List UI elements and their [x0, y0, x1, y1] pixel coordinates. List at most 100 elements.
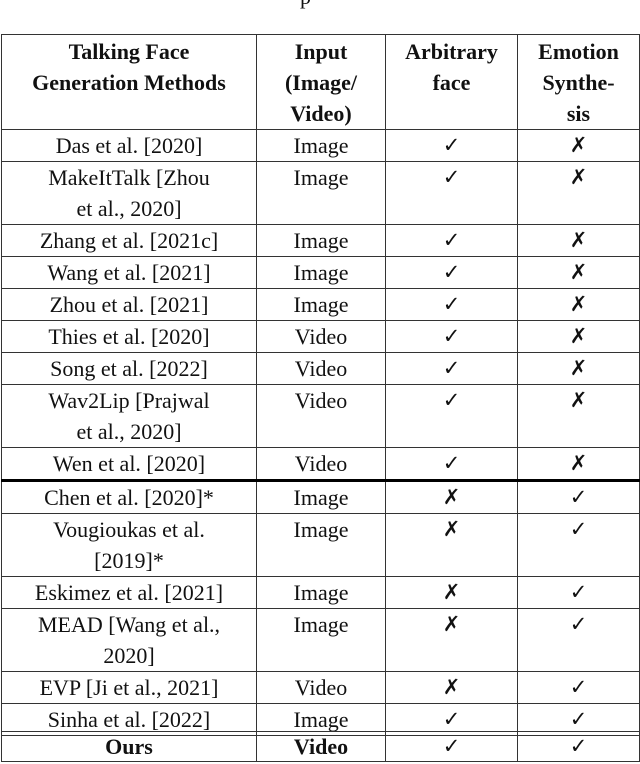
header-emotion-line: Emotion — [538, 39, 619, 64]
header-input-line: Video) — [290, 101, 352, 126]
cross-icon: ✗ — [517, 224, 640, 257]
check-icon: ✓ — [385, 731, 518, 762]
header-arbitrary-line: Arbitrary — [405, 39, 498, 64]
cross-icon: ✗ — [517, 129, 640, 162]
input-cell: Video — [256, 320, 386, 353]
check-icon: ✓ — [385, 352, 518, 385]
header-methods-line: Talking Face — [68, 39, 190, 64]
input-cell: Image — [256, 479, 386, 514]
method-cell: Zhang et al. [2021c] — [1, 224, 257, 257]
method-cell: Zhou et al. [2021] — [1, 288, 257, 321]
table-row: MEAD [Wang et al., 2020] Image ✗ ✓ — [1, 608, 640, 672]
table-row: Wen et al. [2020] Video ✓ ✗ — [1, 447, 640, 481]
cross-icon: ✗ — [517, 447, 640, 481]
cross-icon: ✗ — [517, 352, 640, 385]
cross-icon: ✗ — [517, 256, 640, 289]
header-input-line: (Image/ — [284, 70, 358, 95]
method-cell: Wang et al. [2021] — [1, 256, 257, 289]
header-row: Talking Face Generation Methods Input (I… — [1, 34, 640, 130]
method-cell: Chen et al. [2020]* — [1, 479, 257, 514]
header-emotion-synthesis: Emotion Synthe- sis — [517, 34, 640, 130]
check-icon: ✓ — [385, 161, 518, 225]
cross-icon: ✗ — [385, 479, 518, 514]
check-icon: ✓ — [517, 731, 640, 762]
table-row: Song et al. [2022] Video ✓ ✗ — [1, 352, 640, 385]
method-line: MEAD [Wang et al., — [37, 612, 221, 637]
header-emotion-line: Synthe- — [542, 70, 615, 95]
check-icon: ✓ — [517, 576, 640, 609]
table-row: Zhang et al. [2021c] Image ✓ ✗ — [1, 224, 640, 257]
table-row: Wav2Lip [Prajwal et al., 2020] Video ✓ ✗ — [1, 384, 640, 448]
table-row: Thies et al. [2020] Video ✓ ✗ — [1, 320, 640, 353]
table-row: MakeItTalk [Zhou et al., 2020] Image ✓ ✗ — [1, 161, 640, 225]
input-cell: Image — [256, 129, 386, 162]
check-icon: ✓ — [385, 256, 518, 289]
header-arbitrary-line: face — [432, 70, 471, 95]
method-cell: Eskimez et al. [2021] — [1, 576, 257, 609]
check-icon: ✓ — [517, 671, 640, 704]
input-cell: Image — [256, 161, 386, 225]
table-row: EVP [Ji et al., 2021] Video ✗ ✓ — [1, 671, 640, 704]
header-input-line: Input — [294, 39, 348, 64]
check-icon: ✓ — [517, 513, 640, 577]
table-row: Eskimez et al. [2021] Image ✗ ✓ — [1, 576, 640, 609]
table-row: Vougioukas et al. [2019]* Image ✗ ✓ — [1, 513, 640, 577]
header-methods-line: Generation Methods — [32, 70, 226, 95]
comparison-table: Talking Face Generation Methods Input (I… — [1, 34, 640, 736]
table-body: Das et al. [2020] Image ✓ ✗ MakeItTalk [Zhou… — [1, 129, 640, 736]
input-cell: Video — [256, 352, 386, 385]
method-cell: Song et al. [2022] — [1, 352, 257, 385]
check-icon: ✓ — [385, 447, 518, 481]
input-cell: Video — [256, 447, 386, 481]
check-icon: ✓ — [517, 479, 640, 514]
method-line: Wav2Lip [Prajwal — [48, 388, 210, 413]
caption-fragment: p — [300, 0, 311, 10]
method-line: et al., 2020] — [76, 196, 182, 221]
check-icon: ✓ — [385, 288, 518, 321]
cross-icon: ✗ — [385, 513, 518, 577]
input-cell: Image — [256, 513, 386, 577]
table-row: Zhou et al. [2021] Image ✓ ✗ — [1, 288, 640, 321]
input-cell: Image — [256, 608, 386, 672]
header-methods: Talking Face Generation Methods — [1, 34, 257, 130]
input-cell: Video — [256, 671, 386, 704]
method-line: Vougioukas et al. — [53, 517, 205, 542]
method-cell: MEAD [Wang et al., 2020] — [1, 608, 257, 672]
cross-icon: ✗ — [517, 161, 640, 225]
input-cell: Image — [256, 288, 386, 321]
input-cell: Image — [256, 256, 386, 289]
ours-input: Video — [256, 731, 386, 762]
cross-icon: ✗ — [517, 288, 640, 321]
method-line: et al., 2020] — [76, 419, 182, 444]
method-cell: MakeItTalk [Zhou et al., 2020] — [1, 161, 257, 225]
ours-table: Ours Video ✓ ✓ — [1, 731, 640, 762]
input-cell: Image — [256, 576, 386, 609]
method-line: MakeItTalk [Zhou — [48, 165, 210, 190]
table-row: Chen et al. [2020]* Image ✗ ✓ — [1, 479, 640, 514]
method-cell: EVP [Ji et al., 2021] — [1, 671, 257, 704]
header-arbitrary-face: Arbitrary face — [385, 34, 518, 130]
check-icon: ✓ — [385, 224, 518, 257]
table-row: Wang et al. [2021] Image ✓ ✗ — [1, 256, 640, 289]
header-emotion-line: sis — [566, 101, 591, 126]
check-icon: ✓ — [517, 608, 640, 672]
table-row: Das et al. [2020] Image ✓ ✗ — [1, 129, 640, 162]
method-cell: Wen et al. [2020] — [1, 447, 257, 481]
header-input: Input (Image/ Video) — [256, 34, 386, 130]
cross-icon: ✗ — [385, 576, 518, 609]
input-cell: Video — [256, 384, 386, 448]
cross-icon: ✗ — [385, 608, 518, 672]
check-icon: ✓ — [385, 320, 518, 353]
ours-method: Ours — [1, 731, 257, 762]
ours-row: Ours Video ✓ ✓ — [1, 731, 640, 762]
cross-icon: ✗ — [385, 671, 518, 704]
method-line: 2020] — [103, 643, 155, 668]
input-cell: Image — [256, 224, 386, 257]
cross-icon: ✗ — [517, 384, 640, 448]
method-cell: Das et al. [2020] — [1, 129, 257, 162]
check-icon: ✓ — [385, 384, 518, 448]
method-cell: Vougioukas et al. [2019]* — [1, 513, 257, 577]
method-cell: Thies et al. [2020] — [1, 320, 257, 353]
cross-icon: ✗ — [517, 320, 640, 353]
check-icon: ✓ — [385, 129, 518, 162]
